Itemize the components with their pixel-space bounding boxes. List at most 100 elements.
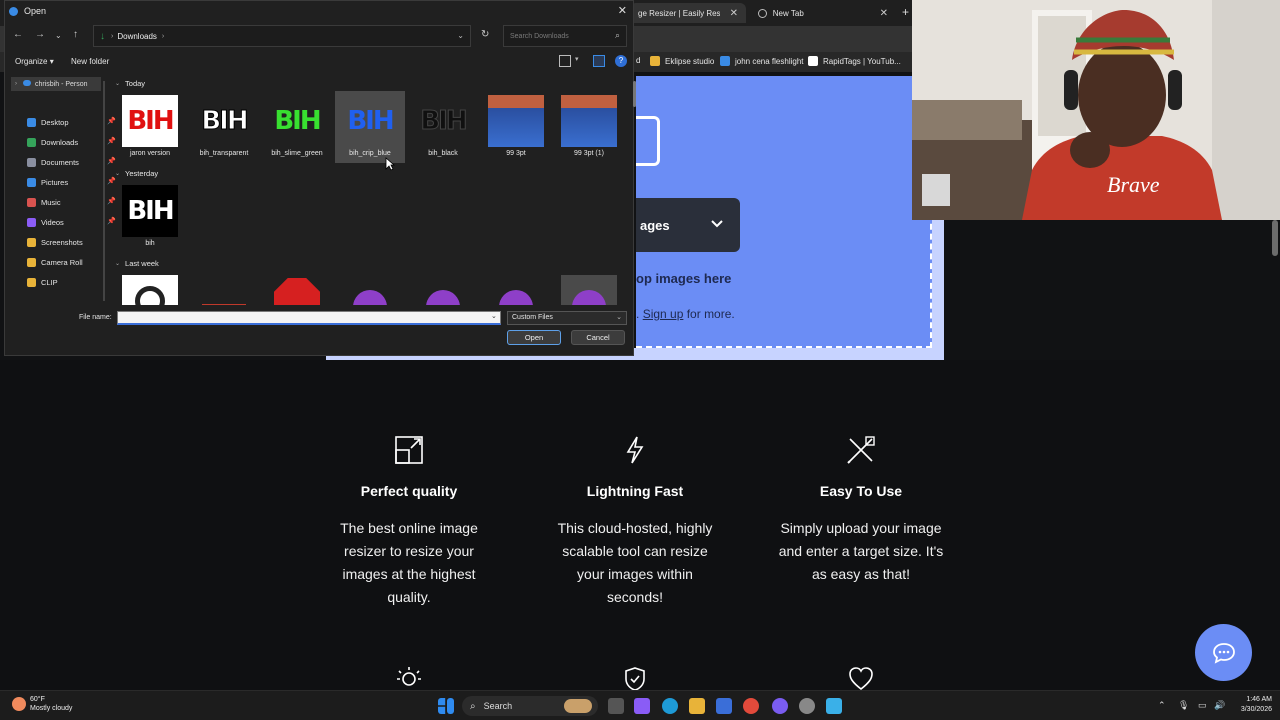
back-arrow-icon[interactable]: ← [13, 29, 23, 40]
organize-button[interactable]: Organize ▾ [15, 57, 54, 66]
weather-widget[interactable]: 60°F Mostly cloudy [12, 695, 72, 713]
refresh-icon[interactable]: ↻ [481, 29, 489, 40]
sidebar-item-videos[interactable]: Videos 📌 [27, 214, 116, 230]
file-name: bih_transparent [199, 150, 249, 157]
notepad-icon[interactable] [826, 698, 842, 714]
file-item-selected[interactable]: BIH bih_crip_blue [335, 91, 405, 163]
sidebar-item-music[interactable]: Music 📌 [27, 194, 116, 210]
file-item[interactable] [408, 271, 478, 305]
file-item[interactable] [189, 271, 259, 305]
up-arrow-icon[interactable]: ↑ [73, 29, 78, 40]
chat-bubble-button[interactable] [1195, 624, 1252, 681]
file-thumbnail [415, 275, 471, 305]
bookmark-item[interactable]: john cena fleshlight [720, 56, 804, 66]
chevron-down-icon[interactable]: ⌄ [457, 31, 464, 40]
signup-suffix: for more. [683, 307, 735, 321]
sidebar-item-pictures[interactable]: Pictures 📌 [27, 174, 116, 190]
volume-icon[interactable]: 🔊 [1214, 700, 1225, 711]
group-header-yesterday[interactable]: ⌄ Yesterday [115, 169, 158, 178]
videos-icon [27, 217, 36, 227]
tab-image-resizer[interactable]: ge Resizer | Easily Resize Im ✕ [630, 3, 746, 23]
sidebar-item-screenshots[interactable]: Screenshots [27, 234, 83, 250]
close-icon[interactable]: ✕ [618, 4, 627, 17]
discord-icon[interactable] [772, 698, 788, 714]
clock[interactable]: 1:46 AM 3/30/2026 [1228, 695, 1272, 715]
help-icon[interactable]: ? [615, 55, 627, 67]
chevron-up-icon[interactable]: ⌃ [1158, 700, 1166, 711]
preview-pane-icon[interactable] [593, 55, 605, 67]
close-icon[interactable]: ✕ [730, 8, 738, 19]
file-thumbnail: BIH [122, 95, 178, 147]
nav-label: Music [41, 197, 61, 207]
chevron-down-icon[interactable]: ⌄ [55, 31, 62, 40]
open-button[interactable]: Open [507, 330, 561, 345]
group-header-today[interactable]: ⌄ Today [115, 79, 145, 88]
close-icon[interactable]: ✕ [880, 8, 888, 19]
new-folder-button[interactable]: New folder [71, 57, 109, 66]
page-scrollbar[interactable] [1272, 220, 1278, 256]
network-icon[interactable]: ▭ [1198, 700, 1207, 711]
file-item[interactable]: BIH bih [115, 181, 185, 253]
file-type-select[interactable]: Custom Files ⌄ [507, 311, 627, 325]
clock-time: 1:46 AM [1246, 696, 1272, 703]
file-item[interactable] [115, 271, 185, 305]
file-explorer-icon[interactable] [689, 698, 705, 714]
file-item[interactable] [335, 271, 405, 305]
feature-lightning-fast: Lightning Fast This cloud-hosted, highly… [535, 435, 735, 609]
file-thumbnail: BIH [347, 106, 394, 136]
bookmark-label: john cena fleshlight [735, 56, 804, 66]
file-item[interactable] [481, 271, 551, 305]
address-bar[interactable]: ↓ › Downloads › ⌄ [93, 25, 471, 47]
search-input[interactable]: Search Downloads ⌕ [503, 25, 627, 47]
breadcrumb[interactable]: Downloads [117, 32, 157, 41]
feature-description: This cloud-hosted, highly scalable tool … [557, 520, 713, 605]
task-view-icon[interactable] [608, 698, 624, 714]
file-item[interactable]: BIH bih_transparent [189, 91, 259, 163]
new-tab-plus-icon[interactable]: + [902, 5, 909, 19]
file-item[interactable] [554, 271, 624, 305]
bookmark-item[interactable]: d [636, 56, 640, 65]
chrome-icon[interactable] [743, 698, 759, 714]
file-item[interactable]: 99 3pt [481, 91, 551, 163]
signup-link[interactable]: Sign up [643, 307, 684, 321]
microphone-icon[interactable]: 🎙 [1178, 700, 1189, 711]
bookmark-label: d [636, 56, 641, 65]
feature-description: Simply upload your image and enter a tar… [778, 520, 944, 582]
file-item[interactable]: 99 3pt (1) [554, 91, 624, 163]
sidebar-item-downloads[interactable]: Downloads 📌 [27, 134, 116, 150]
sidebar-item-desktop[interactable]: Desktop 📌 [27, 114, 116, 130]
sidebar-item-camera-roll[interactable]: Camera Roll [27, 254, 83, 270]
copilot-icon[interactable] [634, 698, 650, 714]
file-item[interactable]: BIH bih_black [408, 91, 478, 163]
store-icon[interactable] [716, 698, 732, 714]
file-item[interactable] [262, 271, 332, 305]
chevron-down-icon[interactable]: ▾ [575, 55, 587, 67]
chevron-down-icon[interactable]: ⌄ [491, 312, 497, 320]
settings-icon[interactable] [799, 698, 815, 714]
edge-icon[interactable] [662, 698, 678, 714]
file-list-scrollbar[interactable] [633, 81, 636, 107]
bookmark-item[interactable]: RapidTags | YouTub... [808, 56, 901, 66]
tab-new-tab[interactable]: New Tab ✕ [750, 3, 896, 23]
chevron-right-icon: › [161, 32, 165, 40]
folder-icon [27, 257, 36, 267]
cancel-button[interactable]: Cancel [571, 330, 625, 345]
nav-scrollbar[interactable] [103, 81, 105, 301]
file-thumbnail [561, 95, 617, 147]
file-item[interactable]: BIH jaron version [115, 91, 185, 163]
view-options-icon[interactable] [559, 55, 571, 67]
file-item[interactable]: BIH bih_slime_green [262, 91, 332, 163]
group-header-last-week[interactable]: ⌄ Last week [115, 259, 159, 268]
windows-start-icon-right[interactable] [447, 698, 454, 714]
sidebar-item-documents[interactable]: Documents 📌 [27, 154, 116, 170]
taskbar-search[interactable]: ⌕ Search [462, 696, 598, 716]
forward-arrow-icon[interactable]: → [35, 29, 45, 40]
feature-description: The best online image resizer to resize … [340, 520, 478, 605]
lightbulb-icon [396, 666, 422, 692]
chevron-down-icon: ⌄ [616, 314, 622, 321]
chevron-down-icon[interactable] [710, 218, 724, 232]
select-images-button[interactable]: ages [636, 198, 740, 252]
sidebar-item-clip[interactable]: CLIP [27, 274, 58, 290]
bookmark-item[interactable]: Eklipse studio [650, 56, 714, 66]
file-name-input[interactable] [117, 311, 501, 325]
